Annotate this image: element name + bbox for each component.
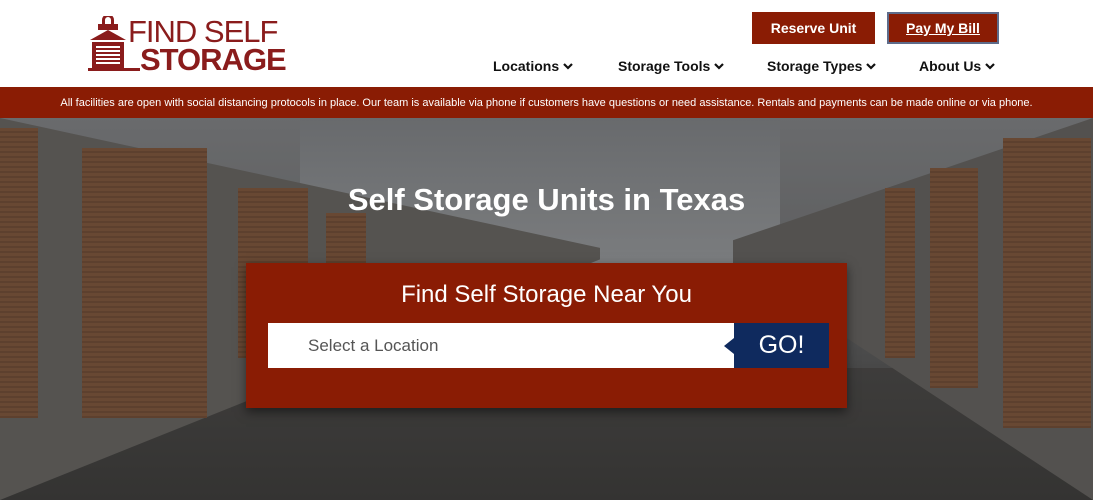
pay-my-bill-button[interactable]: Pay My Bill bbox=[887, 12, 999, 44]
nav-item-label: Locations bbox=[493, 58, 560, 74]
announcement-bar: All facilities are open with social dist… bbox=[0, 87, 1093, 118]
nav-item-label: Storage Tools bbox=[618, 58, 711, 74]
chevron-down-icon bbox=[563, 63, 573, 70]
nav-item-label: Storage Types bbox=[767, 58, 863, 74]
nav-item-label: About Us bbox=[919, 58, 982, 74]
hero-title: Self Storage Units in Texas bbox=[347, 182, 746, 217]
go-button[interactable]: GO! bbox=[724, 323, 829, 368]
announcement-text: All facilities are open with social dist… bbox=[60, 96, 1033, 109]
chevron-down-icon bbox=[985, 63, 995, 70]
logo-text-bottom: STORAGE bbox=[140, 42, 287, 77]
nav-item-storage-types[interactable]: Storage Types bbox=[767, 58, 877, 74]
site-header: FIND SELF STORAGE Reserve Unit Pay My Bi… bbox=[0, 0, 1093, 87]
nav-item-locations[interactable]: Locations bbox=[493, 58, 573, 74]
hero-section: Self Storage Units in Texas Find Self St… bbox=[0, 118, 1093, 500]
site-logo[interactable]: FIND SELF STORAGE bbox=[88, 12, 287, 77]
chevron-down-icon bbox=[866, 63, 877, 70]
reserve-unit-button[interactable]: Reserve Unit bbox=[752, 12, 875, 44]
location-select[interactable]: Select a Location bbox=[268, 323, 734, 368]
location-search-panel: Find Self Storage Near You Select a Loca… bbox=[246, 263, 847, 408]
nav-item-about-us[interactable]: About Us bbox=[919, 58, 995, 74]
search-panel-title: Find Self Storage Near You bbox=[401, 281, 692, 308]
go-button-label: GO! bbox=[758, 331, 805, 359]
go-arrow-pointer bbox=[724, 338, 734, 354]
nav-item-storage-tools[interactable]: Storage Tools bbox=[618, 58, 725, 74]
chevron-down-icon bbox=[714, 63, 725, 70]
